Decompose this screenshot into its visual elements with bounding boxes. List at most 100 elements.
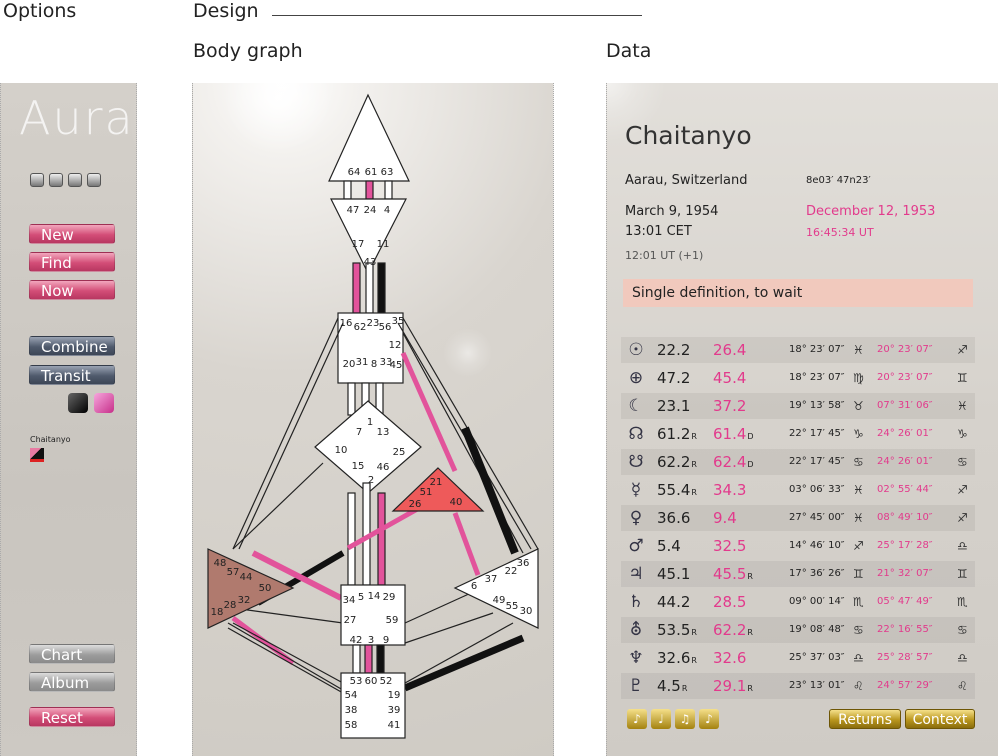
context-button[interactable]: Context: [905, 709, 975, 729]
person-chart-icon[interactable]: [30, 448, 44, 462]
gate-label[interactable]: 5: [358, 592, 364, 603]
gate-label[interactable]: 23: [367, 318, 380, 329]
gate-label[interactable]: 39: [388, 705, 401, 716]
music-note-icon[interactable]: ♪: [627, 709, 647, 729]
combine-button[interactable]: Combine: [29, 336, 115, 356]
planet-row[interactable]: ♄ 44.2 28.5 09° 00′ 14″ ♏ 05° 47′ 49″ ♏: [621, 589, 975, 615]
record-icon[interactable]: [30, 173, 44, 187]
gate-label[interactable]: 34: [343, 595, 356, 606]
gate-label[interactable]: 30: [520, 606, 533, 617]
gate-label[interactable]: 61: [365, 167, 378, 178]
album-button[interactable]: Album: [29, 672, 115, 692]
find-button[interactable]: Find: [29, 252, 115, 272]
settings-icon[interactable]: [68, 173, 82, 187]
gate-label[interactable]: 60: [365, 676, 378, 687]
gate-label[interactable]: 49: [493, 595, 506, 606]
planet-row[interactable]: ☊ 61.2R 61.4D 22° 17′ 45″ ♑ 24° 26′ 01″ ♑: [621, 421, 975, 447]
gate-label[interactable]: 25: [393, 447, 406, 458]
planet-row[interactable]: ♇ 4.5R 29.1R 23° 13′ 01″ ♌ 24° 57′ 29″ ♌: [621, 673, 975, 699]
planet-row[interactable]: ☾ 23.1 37.2 19° 13′ 58″ ♉ 07° 31′ 06″ ♓: [621, 393, 975, 419]
reset-button[interactable]: Reset: [29, 707, 115, 727]
gate-label[interactable]: 9: [383, 635, 389, 646]
gate-label[interactable]: 26: [409, 499, 422, 510]
gate-label[interactable]: 57: [227, 567, 240, 578]
planet-row[interactable]: ☉ 22.2 26.4 18° 23′ 07″ ♓ 20° 23′ 07″ ♐: [621, 337, 975, 363]
planet-row[interactable]: ⛢ 53.5R 62.2R 19° 08′ 48″ ♋ 22° 16′ 55″ ♋: [621, 617, 975, 643]
planet-row[interactable]: ♃ 45.1 45.5R 17° 36′ 26″ ♊ 21° 32′ 07″ ♊: [621, 561, 975, 587]
gate-label[interactable]: 50: [259, 583, 272, 594]
gate-label[interactable]: 53: [350, 676, 363, 687]
planet-symbol-icon: ☉: [628, 340, 644, 360]
gate-label[interactable]: 29: [383, 592, 396, 603]
gate-label[interactable]: 18: [211, 607, 224, 618]
gate-label[interactable]: 3: [368, 635, 374, 646]
planet-row[interactable]: ⊕ 47.2 45.4 18° 23′ 07″ ♍ 20° 23′ 07″ ♊: [621, 365, 975, 391]
gate-label[interactable]: 54: [345, 690, 358, 701]
gate-label[interactable]: 2: [368, 475, 374, 486]
gate-label[interactable]: 44: [240, 572, 253, 583]
gate-label[interactable]: 48: [214, 558, 227, 569]
gate-label[interactable]: 32: [238, 595, 251, 606]
eighth-note-icon[interactable]: ♪: [699, 709, 719, 729]
gate-label[interactable]: 19: [388, 690, 401, 701]
black-swatch[interactable]: [68, 393, 88, 413]
quarter-note-icon[interactable]: ♩: [651, 709, 671, 729]
gate-label[interactable]: 40: [450, 497, 463, 508]
gate-label[interactable]: 42: [350, 635, 363, 646]
planet-row[interactable]: ♀ 36.6 9.4 27° 45′ 00″ ♓ 08° 49′ 10″ ♐: [621, 505, 975, 531]
gate-label[interactable]: 56: [379, 322, 392, 333]
gate-label[interactable]: 47: [347, 205, 360, 216]
gate-label[interactable]: 24: [364, 205, 377, 216]
chart-name: Chaitanyo: [625, 121, 752, 150]
gate-label[interactable]: 58: [345, 720, 358, 731]
gate-label[interactable]: 13: [377, 427, 390, 438]
gate-label[interactable]: 37: [485, 574, 498, 585]
gate-label[interactable]: 36: [517, 558, 530, 569]
gate-label[interactable]: 31: [356, 357, 369, 368]
gate-label[interactable]: 12: [389, 340, 402, 351]
gate-label[interactable]: 17: [352, 239, 365, 250]
gate-label[interactable]: 22: [505, 566, 518, 577]
new-button[interactable]: New: [29, 224, 115, 244]
beamed-notes-icon[interactable]: ♫: [675, 709, 695, 729]
gate-label[interactable]: 45: [390, 360, 403, 371]
gate-label[interactable]: 41: [388, 720, 401, 731]
gate-label[interactable]: 38: [345, 705, 358, 716]
gate-label[interactable]: 43: [364, 257, 377, 268]
planet-row[interactable]: ☋ 62.2R 62.4D 22° 17′ 45″ ♋ 24° 26′ 01″ ♋: [621, 449, 975, 475]
chart-button[interactable]: Chart: [29, 644, 115, 664]
user-icon[interactable]: [87, 173, 101, 187]
gate-label[interactable]: 35: [392, 316, 405, 327]
gate-label[interactable]: 8: [371, 359, 377, 370]
gate-label[interactable]: 64: [348, 167, 361, 178]
gate-label[interactable]: 51: [420, 487, 433, 498]
gate-label[interactable]: 14: [368, 591, 381, 602]
gate-label[interactable]: 20: [343, 359, 356, 370]
returns-button[interactable]: Returns: [829, 709, 901, 729]
gate-label[interactable]: 1: [367, 417, 373, 428]
gate-label[interactable]: 55: [506, 601, 519, 612]
gate-label[interactable]: 62: [354, 322, 367, 333]
gate-label[interactable]: 15: [352, 461, 365, 472]
gate-label[interactable]: 63: [381, 167, 394, 178]
gate-label[interactable]: 11: [377, 239, 390, 250]
planet-row[interactable]: ☿ 55.4R 34.3 03° 06′ 33″ ♓ 02° 55′ 44″ ♐: [621, 477, 975, 503]
gate-label[interactable]: 59: [386, 615, 399, 626]
now-button[interactable]: Now: [29, 280, 115, 300]
gate-label[interactable]: 7: [356, 427, 362, 438]
planet-row[interactable]: ♂ 5.4 32.5 14° 46′ 10″ ♐ 25° 17′ 28″ ♎: [621, 533, 975, 559]
gate-label[interactable]: 10: [335, 445, 348, 456]
transit-button[interactable]: Transit: [29, 365, 115, 385]
gate-label[interactable]: 16: [340, 318, 353, 329]
gate-label[interactable]: 28: [224, 600, 237, 611]
gate-label[interactable]: 27: [344, 615, 357, 626]
gate-label[interactable]: 46: [377, 462, 390, 473]
gate-label[interactable]: 4: [384, 205, 390, 216]
gate-label[interactable]: 6: [471, 581, 477, 592]
ego-center[interactable]: [391, 467, 485, 512]
pink-swatch[interactable]: [94, 393, 114, 413]
list-icon[interactable]: [49, 173, 63, 187]
gate-label[interactable]: 52: [380, 676, 393, 687]
design-zodiac-icon: ♋: [957, 623, 968, 637]
planet-row[interactable]: ♆ 32.6R 32.6 25° 37′ 03″ ♎ 25° 28′ 57″ ♎: [621, 645, 975, 671]
